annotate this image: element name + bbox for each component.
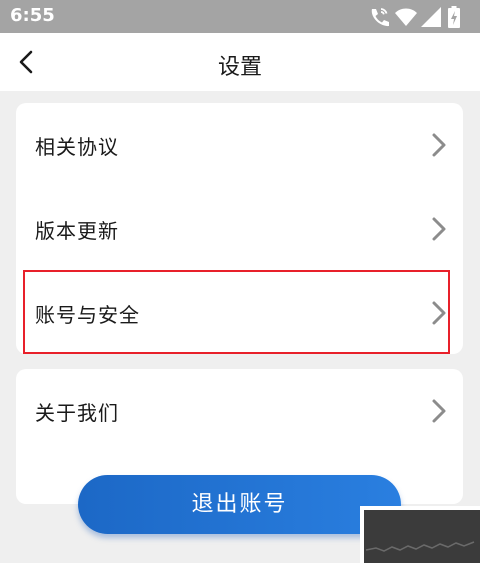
page-title: 设置 bbox=[217, 55, 262, 80]
chevron-right-icon bbox=[432, 399, 446, 423]
status-bar: 6:55 bbox=[0, 0, 480, 33]
thumbnail-image bbox=[364, 510, 480, 563]
status-time: 6:55 bbox=[10, 5, 55, 26]
call-wifi-icon bbox=[371, 8, 389, 27]
chevron-right-icon bbox=[432, 133, 446, 157]
battery-icon bbox=[448, 6, 460, 28]
menu-item-label: 关于我们 bbox=[35, 401, 119, 425]
thumbnail-waveform bbox=[365, 541, 475, 552]
menu-item-version-update[interactable]: 版本更新 bbox=[16, 187, 463, 271]
chevron-right-icon bbox=[432, 217, 446, 241]
menu-item-label: 相关协议 bbox=[35, 135, 119, 159]
app-header: 设置 bbox=[0, 33, 480, 91]
wifi-icon bbox=[395, 8, 417, 26]
settings-screen: 6:55 设置 相关协议 版本更新 账号与安全 关于我们 退出账号 bbox=[0, 0, 480, 563]
highlight-box bbox=[23, 270, 450, 354]
menu-item-about-us[interactable]: 关于我们 bbox=[16, 369, 463, 453]
signal-icon bbox=[421, 7, 441, 27]
thumbnail-overlay bbox=[360, 506, 480, 563]
menu-item-label: 版本更新 bbox=[35, 219, 119, 243]
menu-item-agreements[interactable]: 相关协议 bbox=[16, 103, 463, 187]
logout-button[interactable]: 退出账号 bbox=[78, 475, 401, 534]
